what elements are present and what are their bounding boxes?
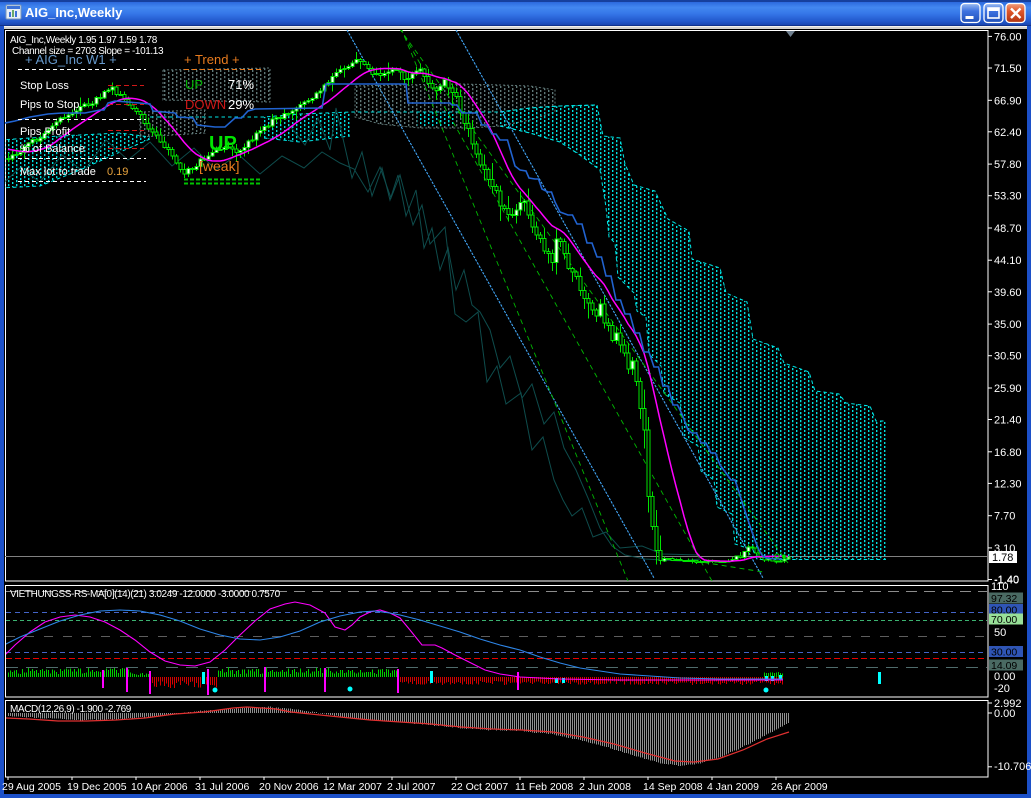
svg-text:53.30: 53.30 [994,191,1022,203]
svg-text:1.78: 1.78 [992,552,1013,564]
svg-text:AIG_Inc,Weekly 1.95 1.97 1.59: AIG_Inc,Weekly 1.95 1.97 1.59 1.78 [10,35,158,46]
svg-text:Stop Loss: Stop Loss [20,80,69,92]
svg-text:14 Sep 2008: 14 Sep 2008 [643,781,703,793]
svg-text:71%: 71% [228,77,254,92]
svg-text:-10.706: -10.706 [994,761,1031,773]
svg-text:50: 50 [994,627,1006,639]
svg-text:76.00: 76.00 [994,31,1022,43]
svg-text:UP: UP [185,77,203,92]
svg-text:+ Trend +: + Trend + [184,52,240,67]
svg-text:44.10: 44.10 [994,255,1022,267]
svg-text:110: 110 [991,581,1009,593]
svg-text:12 Mar 2007: 12 Mar 2007 [323,781,382,793]
svg-text:2 Jun 2008: 2 Jun 2008 [579,781,631,793]
svg-text:Pips to Stop: Pips to Stop [20,99,79,111]
svg-text:71.50: 71.50 [994,63,1022,75]
svg-text:Max lot to trade: Max lot to trade [20,166,96,178]
svg-text:[weak]: [weak] [199,158,239,174]
svg-text:% of Balance: % of Balance [20,143,85,155]
svg-text:29%: 29% [228,97,254,112]
svg-text:AIG_Inc,Weekly: AIG_Inc,Weekly [25,5,123,20]
svg-text:0.00: 0.00 [994,708,1015,720]
svg-text:0.19: 0.19 [107,166,128,178]
svg-text:VIETHUNGSS-RS-MA[0](14)(21) 3.: VIETHUNGSS-RS-MA[0](14)(21) 3.0249 -12.0… [10,589,281,600]
svg-text:70.00: 70.00 [991,614,1017,626]
svg-text:25.90: 25.90 [994,383,1022,395]
svg-text:57.80: 57.80 [994,159,1022,171]
svg-text:29 Aug 2005: 29 Aug 2005 [2,781,61,793]
svg-text:22 Oct 2007: 22 Oct 2007 [451,781,508,793]
svg-text:UP: UP [209,133,237,155]
svg-text:62.40: 62.40 [994,127,1022,139]
svg-text:14.09: 14.09 [991,660,1017,672]
svg-text:21.40: 21.40 [994,415,1022,427]
svg-text:+ AIG_Inc W1 +: + AIG_Inc W1 + [25,52,117,67]
svg-text:26 Apr 2009: 26 Apr 2009 [771,781,828,793]
svg-text:2 Jul 2007: 2 Jul 2007 [387,781,436,793]
svg-text:97.32: 97.32 [991,593,1017,605]
svg-text:16.80: 16.80 [994,447,1022,459]
svg-text:11 Feb 2008: 11 Feb 2008 [515,781,573,793]
svg-text:4 Jan 2009: 4 Jan 2009 [707,781,759,793]
svg-text:7.70: 7.70 [994,511,1015,523]
svg-text:31 Jul 2006: 31 Jul 2006 [195,781,249,793]
svg-text:0.00: 0.00 [994,671,1015,683]
svg-text:MACD(12,26,9) -1.900 -2.769: MACD(12,26,9) -1.900 -2.769 [10,704,132,715]
svg-text:DOWN: DOWN [185,97,226,112]
svg-text:30.00: 30.00 [991,646,1017,658]
svg-text:10 Apr 2006: 10 Apr 2006 [131,781,188,793]
svg-text:-20: -20 [994,683,1010,695]
svg-text:35.00: 35.00 [994,319,1022,331]
svg-text:39.60: 39.60 [994,287,1022,299]
svg-text:66.90: 66.90 [994,95,1022,107]
svg-text:12.30: 12.30 [994,478,1022,490]
svg-text:48.70: 48.70 [994,223,1022,235]
svg-text:19 Dec 2005: 19 Dec 2005 [67,781,127,793]
svg-text:Pips Profit: Pips Profit [20,126,70,138]
svg-text:20 Nov 2006: 20 Nov 2006 [259,781,319,793]
svg-text:30.50: 30.50 [994,351,1022,363]
